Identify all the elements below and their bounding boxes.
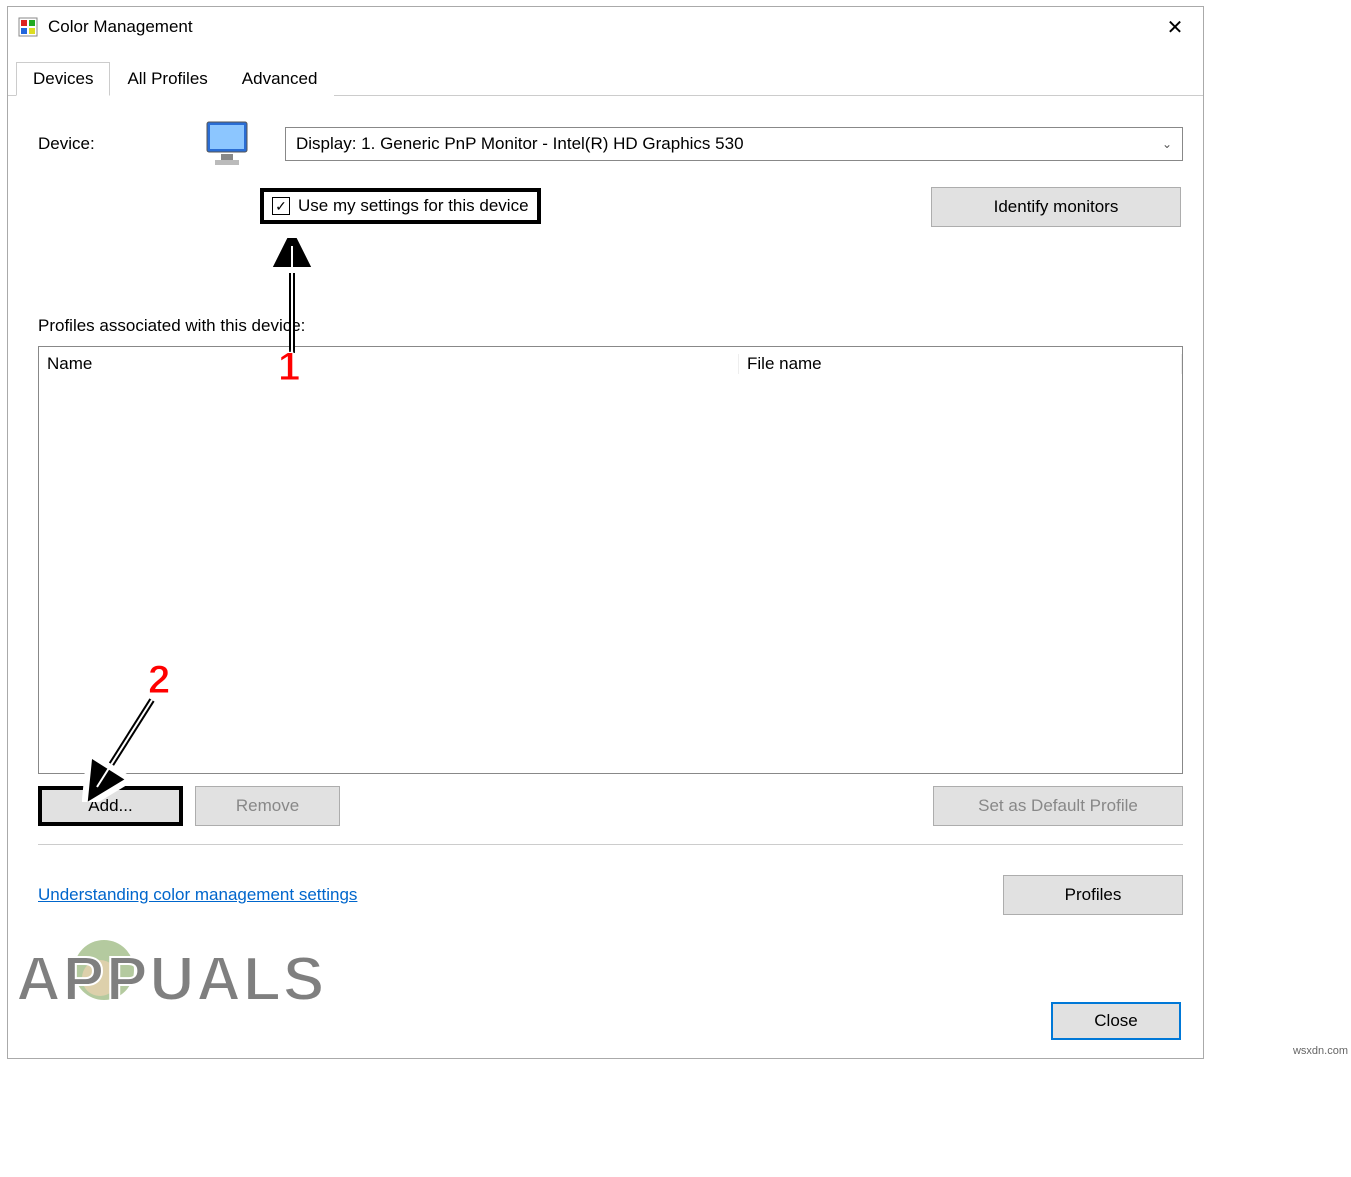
color-management-window: Color Management ✕ Devices All Profiles … [7,6,1204,1059]
tab-all-profiles[interactable]: All Profiles [110,62,224,96]
footer-row: Understanding color management settings … [38,875,1183,915]
tabstrip: Devices All Profiles Advanced [8,61,1203,96]
check-icon: ✓ [275,198,287,215]
add-button[interactable]: Add... [38,786,183,826]
col-name-header[interactable]: Name [39,354,739,374]
help-link[interactable]: Understanding color management settings [38,885,357,905]
profile-buttons-row: Add... Remove Set as Default Profile [38,786,1183,826]
col-filename-header[interactable]: File name [739,354,1182,374]
profiles-label: Profiles associated with this device: [38,316,1183,336]
window-title: Color Management [48,17,193,37]
divider [38,844,1183,845]
titlebar: Color Management ✕ [8,7,1203,47]
list-header: Name File name [39,347,1182,381]
tab-content: Device: Display: 1. Generic PnP Monitor … [8,96,1203,939]
use-my-settings-checkbox[interactable]: ✓ Use my settings for this device [260,188,541,224]
chevron-down-icon: ⌄ [1162,137,1172,151]
close-icon: ✕ [1167,15,1184,40]
app-icon [18,17,38,37]
set-default-profile-button: Set as Default Profile [933,786,1183,826]
tab-advanced[interactable]: Advanced [225,62,335,96]
watermark-site: wsxdn.com [1293,1045,1348,1057]
profiles-button[interactable]: Profiles [1003,875,1183,915]
checkbox-box: ✓ [272,197,290,215]
device-row: Device: Display: 1. Generic PnP Monitor … [38,120,1183,168]
close-button[interactable]: Close [1051,1002,1181,1040]
close-window-button[interactable]: ✕ [1155,11,1195,43]
tab-devices[interactable]: Devices [16,62,110,96]
remove-button: Remove [195,786,340,826]
device-select-value: Display: 1. Generic PnP Monitor - Intel(… [296,134,744,154]
monitor-icon [203,120,255,168]
profiles-list[interactable]: Name File name [38,346,1183,774]
device-select[interactable]: Display: 1. Generic PnP Monitor - Intel(… [285,127,1183,161]
checkbox-label: Use my settings for this device [298,196,529,216]
device-label: Device: [38,134,173,154]
identify-monitors-button[interactable]: Identify monitors [931,187,1181,227]
